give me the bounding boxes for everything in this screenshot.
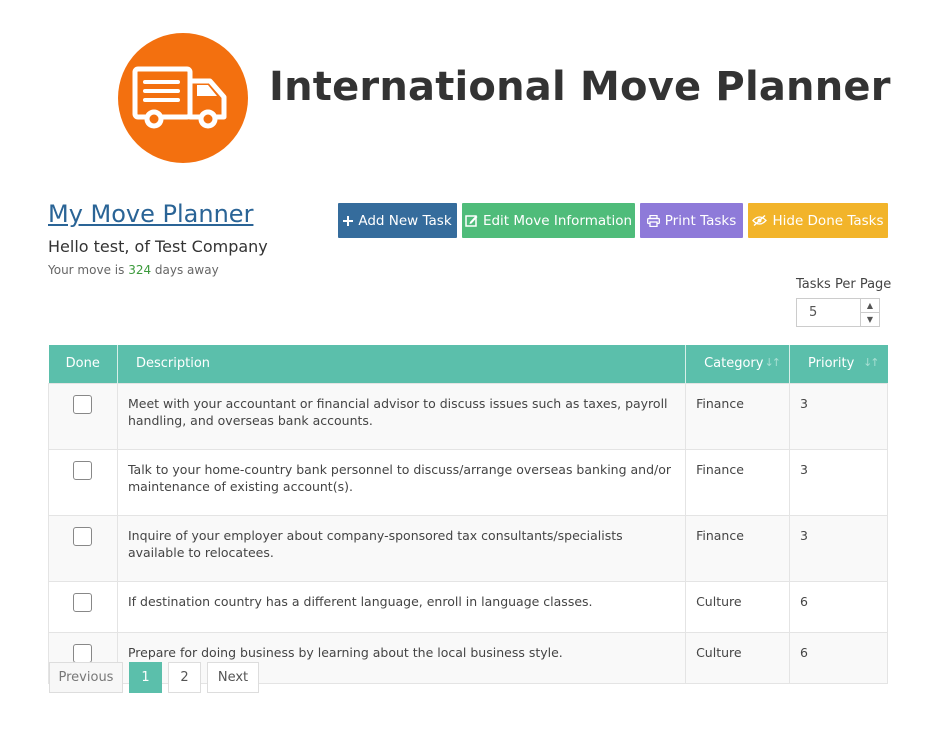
previous-page-button[interactable]: Previous — [49, 662, 123, 693]
priority-cell: 3 — [789, 514, 888, 582]
done-checkbox[interactable] — [73, 460, 93, 480]
priority-cell: 6 — [789, 580, 888, 633]
print-icon — [646, 214, 660, 227]
done-cell — [48, 514, 118, 582]
eye-slash-icon — [752, 215, 768, 226]
countdown-suffix: days away — [154, 263, 219, 277]
tasks-per-page-label: Tasks Per Page — [796, 277, 892, 292]
tasks-per-page-spinner[interactable]: ▲ ▼ — [860, 299, 879, 326]
done-checkbox[interactable] — [73, 526, 93, 546]
page-1-button[interactable]: 1 — [129, 662, 162, 693]
table-row: If destination country has a different l… — [48, 580, 888, 633]
planner-title-link[interactable]: My Move Planner — [48, 200, 253, 228]
done-cell — [48, 448, 118, 516]
edit-move-information-label: Edit Move Information — [482, 212, 633, 229]
done-checkbox[interactable] — [73, 394, 93, 414]
hide-done-tasks-label: Hide Done Tasks — [772, 212, 884, 229]
description-cell: Prepare for doing business by learning a… — [116, 631, 687, 684]
category-cell: Finance — [685, 382, 791, 450]
table-row: Inquire of your employer about company-s… — [48, 514, 888, 582]
description-cell: Talk to your home-country bank personnel… — [116, 448, 687, 516]
greeting-text: Hello test, of Test Company — [48, 237, 268, 256]
table-row: Talk to your home-country bank personnel… — [48, 448, 888, 516]
done-checkbox[interactable] — [73, 592, 93, 612]
tasks-per-page-input[interactable]: 5 ▲ ▼ — [796, 298, 880, 327]
column-header-category[interactable]: Category ↓↑ — [685, 345, 791, 383]
done-cell — [48, 382, 118, 450]
spin-down-icon[interactable]: ▼ — [861, 313, 879, 326]
edit-move-information-button[interactable]: Edit Move Information — [462, 203, 635, 238]
category-cell: Finance — [685, 448, 791, 516]
spin-up-icon[interactable]: ▲ — [861, 299, 879, 313]
tasks-table: Done Description Category ↓↑ Priority ↓↑… — [48, 345, 888, 684]
column-header-description[interactable]: Description — [117, 345, 687, 383]
category-cell: Culture — [685, 631, 791, 684]
add-new-task-label: Add New Task — [358, 212, 452, 229]
edit-icon — [465, 215, 478, 227]
print-tasks-button[interactable]: Print Tasks — [640, 203, 743, 238]
countdown-prefix: Your move is — [48, 263, 125, 277]
table-header-row: Done Description Category ↓↑ Priority ↓↑ — [48, 345, 888, 383]
description-cell: If destination country has a different l… — [116, 580, 687, 633]
plus-icon — [343, 215, 354, 226]
app-title: International Move Planner — [269, 64, 891, 110]
sort-icon: ↓↑ — [863, 356, 880, 370]
move-countdown: Your move is 324 days away — [48, 263, 219, 277]
truck-icon — [132, 66, 227, 129]
done-cell — [48, 580, 118, 633]
page-2-button[interactable]: 2 — [168, 662, 201, 693]
sort-icon: ↓↑ — [764, 356, 782, 370]
done-checkbox[interactable] — [73, 643, 93, 663]
column-header-done[interactable]: Done — [48, 345, 118, 383]
hide-done-tasks-button[interactable]: Hide Done Tasks — [748, 203, 888, 238]
category-cell: Finance — [685, 514, 791, 582]
category-cell: Culture — [685, 580, 791, 633]
description-cell: Inquire of your employer about company-s… — [116, 514, 687, 582]
add-new-task-button[interactable]: Add New Task — [338, 203, 457, 238]
print-tasks-label: Print Tasks — [664, 212, 737, 229]
priority-cell: 6 — [789, 631, 888, 684]
days-count: 324 — [128, 263, 152, 277]
column-header-category-label: Category — [704, 356, 764, 372]
description-cell: Meet with your accountant or financial a… — [116, 382, 687, 450]
next-page-button[interactable]: Next — [207, 662, 259, 693]
column-header-priority[interactable]: Priority ↓↑ — [789, 345, 888, 383]
app-logo — [118, 33, 248, 163]
column-header-priority-label: Priority — [808, 356, 855, 372]
priority-cell: 3 — [789, 448, 888, 516]
tasks-per-page-value: 5 — [809, 305, 818, 320]
priority-cell: 3 — [789, 382, 888, 450]
table-row: Meet with your accountant or financial a… — [48, 382, 888, 450]
